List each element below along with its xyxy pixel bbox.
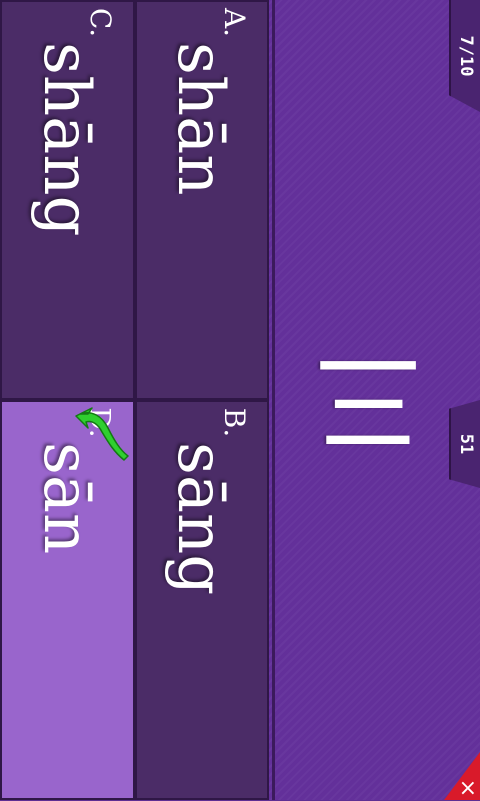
option-letter: B. bbox=[217, 407, 251, 438]
option-letter: A. bbox=[217, 7, 251, 38]
option-letter: C. bbox=[83, 7, 117, 38]
checkmark-icon bbox=[75, 407, 129, 461]
progress-counter: 7/10 bbox=[455, 35, 476, 77]
close-icon: × bbox=[458, 776, 477, 801]
option-pinyin: shān bbox=[163, 42, 237, 196]
option-c[interactable]: C. shāng bbox=[0, 0, 135, 400]
option-pinyin: sāng bbox=[163, 442, 237, 596]
game-screen: 三 7/10 51 × A. shān B. sāng C. shāng D. … bbox=[0, 0, 480, 800]
score-value: 51 bbox=[455, 433, 476, 455]
option-a[interactable]: A. shān bbox=[135, 0, 269, 400]
option-pinyin: shāng bbox=[28, 42, 103, 237]
progress-badge: 7/10 bbox=[449, 0, 480, 112]
option-b[interactable]: B. sāng bbox=[135, 400, 269, 800]
score-badge: 51 bbox=[449, 400, 480, 488]
